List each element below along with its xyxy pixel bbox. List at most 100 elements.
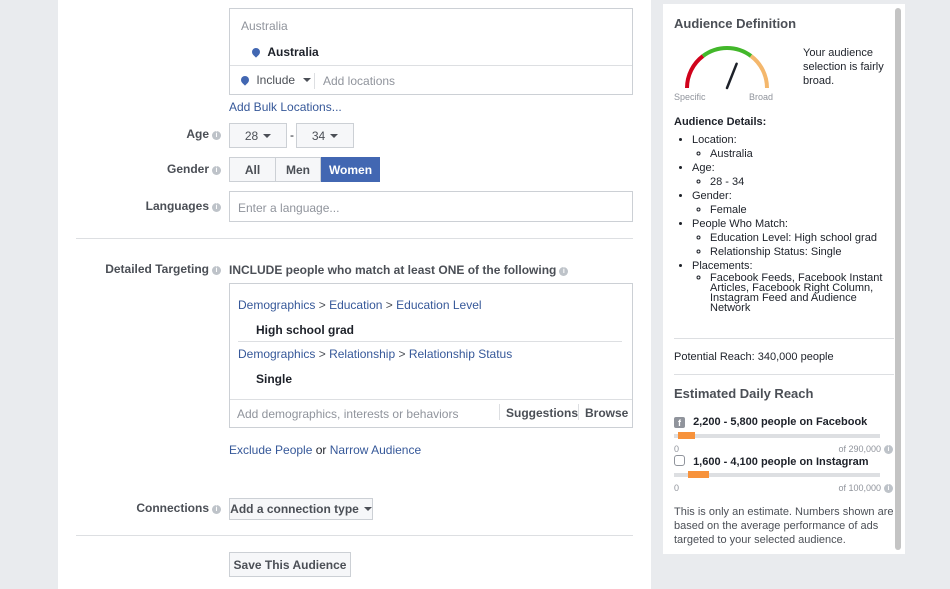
instagram-reach-bar bbox=[674, 471, 880, 478]
info-icon[interactable]: i bbox=[212, 203, 221, 212]
detail-placements: Placements: Facebook Feeds, Facebook Ins… bbox=[692, 259, 889, 314]
detailed-targeting-instruction-row: INCLUDE people who match at least ONE of… bbox=[229, 263, 569, 277]
sidebar-title: Audience Definition bbox=[674, 16, 797, 31]
audience-details-title: Audience Details: bbox=[674, 116, 767, 128]
breadcrumb-education[interactable]: Education bbox=[329, 298, 382, 312]
targeting-item-single[interactable]: Single bbox=[256, 372, 292, 386]
facebook-reach-row: f 2,200 - 5,800 people on Facebook bbox=[674, 416, 867, 428]
chevron-down-icon bbox=[263, 133, 272, 138]
breadcrumb-demographics[interactable]: Demographics bbox=[238, 298, 315, 312]
targeting-item-high-school-grad[interactable]: High school grad bbox=[256, 323, 354, 337]
breadcrumb-demographics[interactable]: Demographics bbox=[238, 347, 315, 361]
gauge-text: Your audience selection is fairly broad. bbox=[803, 47, 884, 87]
sidebar-divider bbox=[674, 338, 894, 339]
breadcrumb-relationship[interactable]: Relationship bbox=[329, 347, 395, 361]
include-separator bbox=[314, 73, 315, 89]
save-audience-button[interactable]: Save This Audience bbox=[229, 552, 351, 577]
suggestions-button[interactable]: Suggestions bbox=[506, 406, 578, 420]
facebook-min-label: 0 bbox=[674, 444, 680, 454]
potential-reach: Potential Reach: 340,000 people bbox=[674, 351, 834, 363]
detail-value: Female bbox=[710, 203, 889, 217]
detail-label: People Who Match: bbox=[692, 218, 788, 230]
sidebar-scrollbar[interactable] bbox=[895, 8, 901, 550]
targeting-group-divider bbox=[238, 341, 622, 342]
chevron-down-icon bbox=[330, 133, 339, 138]
instagram-icon bbox=[674, 455, 685, 466]
info-icon[interactable]: i bbox=[212, 166, 221, 175]
info-icon[interactable]: i bbox=[884, 445, 893, 454]
language-input[interactable]: Enter a language... bbox=[229, 191, 633, 222]
add-demographics-input[interactable]: Add demographics, interests or behaviors bbox=[237, 407, 458, 421]
connection-type-label: Add a connection type bbox=[230, 502, 359, 516]
info-icon[interactable]: i bbox=[212, 266, 221, 275]
targeting-panel: Australia Australia Include Add location… bbox=[58, 0, 651, 589]
facebook-icon: f bbox=[674, 417, 685, 428]
detail-value: 28 - 34 bbox=[710, 175, 889, 189]
breadcrumb-separator: > bbox=[385, 298, 393, 312]
section-divider bbox=[76, 535, 633, 536]
connection-type-dropdown[interactable]: Add a connection type bbox=[229, 498, 373, 520]
add-locations-input[interactable]: Add locations bbox=[323, 74, 395, 88]
audience-sidebar: Audience Definition Specific Broad Your … bbox=[663, 4, 905, 554]
info-icon[interactable]: i bbox=[884, 484, 893, 493]
gender-label: Gender bbox=[166, 162, 209, 176]
info-icon[interactable]: i bbox=[212, 131, 221, 140]
breadcrumb-separator: > bbox=[398, 347, 406, 361]
targeting-group-breadcrumb: Demographics > Education > Education Lev… bbox=[238, 298, 482, 312]
gauge-arc-specific bbox=[685, 54, 705, 89]
connections-label: Connections bbox=[136, 501, 209, 515]
gauge-arc-broad bbox=[749, 54, 769, 89]
facebook-max-row: of 290,000 i bbox=[813, 444, 893, 454]
gauge-specific-label: Specific bbox=[674, 92, 706, 102]
breadcrumb-separator: > bbox=[318, 347, 326, 361]
instagram-reach-text: 1,600 - 4,100 people on Instagram bbox=[693, 456, 869, 468]
breadcrumb-relationship-status[interactable]: Relationship Status bbox=[409, 347, 512, 361]
chevron-down-icon bbox=[363, 507, 372, 511]
add-bulk-locations-link[interactable]: Add Bulk Locations... bbox=[229, 100, 342, 114]
detailed-targeting-label-row: Detailed Targeting i bbox=[78, 262, 221, 276]
gender-label-row: Gender i bbox=[118, 162, 221, 176]
audience-gauge bbox=[685, 46, 769, 90]
targeting-input-divider bbox=[230, 399, 632, 400]
exclude-people-link[interactable]: Exclude People bbox=[229, 443, 312, 457]
age-min-select[interactable]: 28 bbox=[229, 123, 287, 148]
narrow-audience-link[interactable]: Narrow Audience bbox=[330, 443, 421, 457]
info-icon[interactable]: i bbox=[559, 267, 569, 276]
instagram-reach-row: 1,600 - 4,100 people on Instagram bbox=[674, 455, 869, 468]
location-box: Australia Australia Include Add location… bbox=[229, 8, 633, 95]
info-icon[interactable]: i bbox=[212, 505, 221, 514]
or-text: or bbox=[315, 443, 327, 457]
gender-all-button[interactable]: All bbox=[229, 157, 276, 182]
instagram-max-label: of 100,000 bbox=[838, 483, 881, 493]
include-label: Include bbox=[256, 73, 296, 87]
exclude-narrow-row: Exclude People or Narrow Audience bbox=[229, 443, 421, 457]
sidebar-divider bbox=[674, 374, 894, 375]
detail-gender: Gender: Female bbox=[692, 189, 889, 217]
gender-women-button[interactable]: Women bbox=[321, 157, 380, 182]
selected-location[interactable]: Australia bbox=[250, 45, 319, 59]
daily-reach-title: Estimated Daily Reach bbox=[674, 386, 814, 401]
detail-location: Location: Australia bbox=[692, 133, 889, 161]
section-divider bbox=[76, 238, 633, 239]
include-dropdown[interactable]: Include bbox=[239, 73, 312, 87]
breadcrumb-education-level[interactable]: Education Level bbox=[396, 298, 481, 312]
gender-men-button[interactable]: Men bbox=[275, 157, 321, 182]
targeting-group-breadcrumb: Demographics > Relationship > Relationsh… bbox=[238, 347, 512, 361]
selected-location-label: Australia bbox=[267, 45, 319, 59]
detail-value: Relationship Status: Single bbox=[710, 245, 889, 259]
location-pin-icon bbox=[250, 46, 262, 58]
suggestions-separator bbox=[499, 404, 500, 420]
age-label: Age bbox=[186, 127, 209, 141]
gauge-broad-label: Broad bbox=[749, 92, 774, 102]
chevron-down-icon bbox=[303, 78, 312, 82]
detail-value: Facebook Feeds, Facebook Instant Article… bbox=[710, 273, 889, 314]
detail-label: Age: bbox=[692, 162, 715, 174]
age-separator: - bbox=[290, 128, 294, 142]
detail-age: Age: 28 - 34 bbox=[692, 161, 889, 189]
age-min-value: 28 bbox=[244, 128, 259, 143]
instagram-max-row: of 100,000 i bbox=[813, 483, 893, 493]
age-max-select[interactable]: 34 bbox=[296, 123, 354, 148]
browse-button[interactable]: Browse bbox=[585, 406, 628, 420]
detail-value: Australia bbox=[710, 147, 889, 161]
detail-people-who-match: People Who Match: Education Level: High … bbox=[692, 217, 889, 259]
